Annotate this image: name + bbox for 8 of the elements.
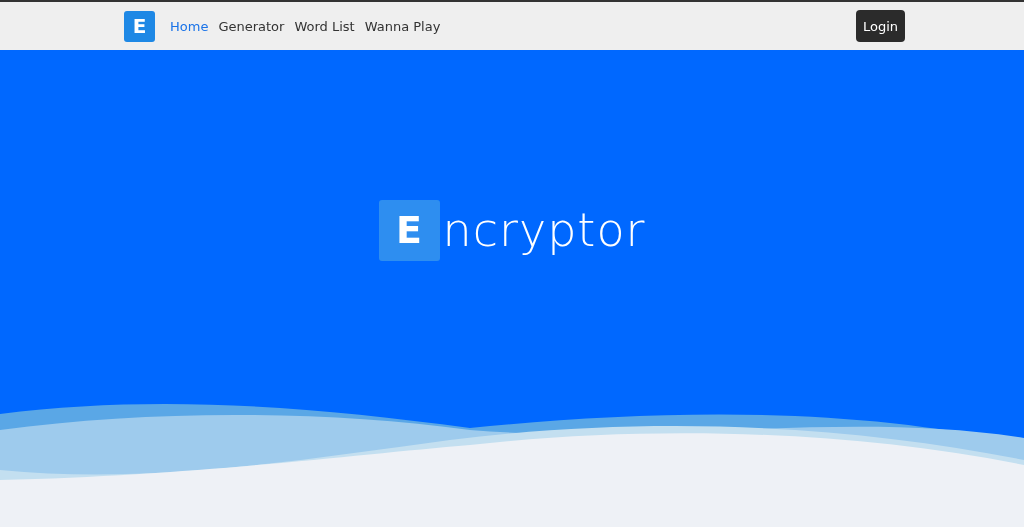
login-button[interactable]: Login xyxy=(855,10,905,42)
nav-link[interactable]: Wanna Play xyxy=(359,18,446,34)
nav-link[interactable]: Word List xyxy=(289,18,360,34)
logo[interactable]: E xyxy=(124,10,155,42)
title-logo: E xyxy=(378,199,440,261)
nav-link[interactable]: Generator xyxy=(213,18,290,34)
title-text: ncryptor xyxy=(442,203,646,257)
nav-link[interactable]: Home xyxy=(165,18,214,34)
